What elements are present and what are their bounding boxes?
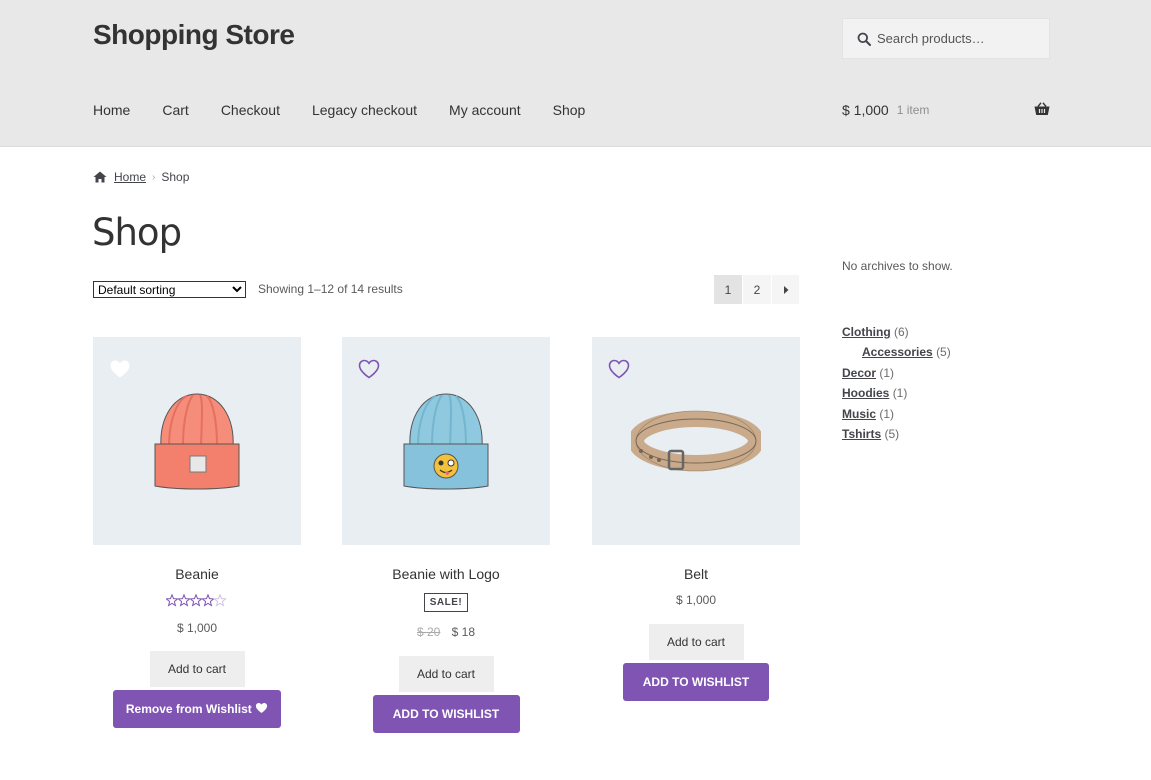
pagination: 1 2 bbox=[714, 275, 800, 304]
nav-legacy-checkout[interactable]: Legacy checkout bbox=[312, 102, 417, 118]
cart-amount: $ 1,000 bbox=[842, 102, 889, 118]
belt-illustration bbox=[631, 410, 761, 472]
product-title[interactable]: Beanie with Logo bbox=[342, 566, 550, 582]
category-link-accessories[interactable]: Accessories bbox=[862, 345, 933, 359]
category-link-clothing[interactable]: Clothing bbox=[842, 325, 891, 339]
add-to-cart-button[interactable]: Add to cart bbox=[149, 651, 245, 687]
nav-shop[interactable]: Shop bbox=[553, 102, 586, 118]
product-card-beanie: Beanie $ 1,000 Add to cart Remove from W… bbox=[93, 337, 301, 728]
caret-right-icon bbox=[783, 285, 788, 294]
category-item: Music (1) bbox=[842, 407, 951, 427]
category-item: Hoodies (1) bbox=[842, 386, 951, 406]
result-count: Showing 1–12 of 14 results bbox=[258, 282, 403, 296]
product-card-belt: Belt $ 1,000 Add to cart ADD TO WISHLIST bbox=[592, 337, 800, 701]
beanie-illustration bbox=[154, 393, 240, 490]
star-icon bbox=[166, 594, 227, 606]
product-title[interactable]: Belt bbox=[592, 566, 800, 582]
add-to-wishlist-button[interactable]: ADD TO WISHLIST bbox=[623, 663, 769, 701]
category-count: (5) bbox=[884, 426, 900, 441]
product-price: $ 1,000 bbox=[176, 621, 218, 635]
breadcrumb: Home › Shop bbox=[93, 170, 189, 184]
category-count: (6) bbox=[894, 325, 909, 339]
site-title[interactable]: Shopping Store bbox=[93, 19, 295, 51]
no-archives-text: No archives to show. bbox=[842, 259, 953, 273]
nav-home[interactable]: Home bbox=[93, 102, 130, 118]
heart-icon[interactable] bbox=[358, 359, 380, 379]
product-image-beanie-with-logo[interactable] bbox=[342, 337, 550, 545]
star-rating bbox=[166, 594, 228, 608]
product-price: $ 20 $ 18 bbox=[342, 625, 550, 639]
search-box bbox=[842, 18, 1050, 59]
category-item: Clothing (6) bbox=[842, 325, 951, 345]
home-icon bbox=[93, 171, 107, 184]
add-to-cart-button[interactable]: Add to cart bbox=[648, 624, 744, 660]
sorting-select[interactable]: Default sorting bbox=[93, 281, 246, 298]
add-to-cart-button[interactable]: Add to cart bbox=[398, 656, 494, 692]
sale-badge: SALE! bbox=[423, 593, 469, 612]
category-count: (1) bbox=[892, 386, 908, 401]
category-count: (1) bbox=[879, 406, 895, 421]
old-price: $ 20 bbox=[416, 625, 441, 639]
page-1[interactable]: 1 bbox=[714, 275, 742, 304]
product-image-belt[interactable] bbox=[592, 337, 800, 545]
search-input[interactable] bbox=[877, 31, 1037, 46]
product-image-beanie[interactable] bbox=[93, 337, 301, 545]
chevron-right-icon: › bbox=[152, 171, 156, 183]
site-header: Shopping Store Home Cart Checkout Legacy… bbox=[0, 0, 1151, 147]
page-2[interactable]: 2 bbox=[743, 275, 771, 304]
wishlist-button-label: Remove from Wishlist bbox=[125, 702, 252, 716]
breadcrumb-home[interactable]: Home bbox=[114, 170, 146, 184]
add-to-wishlist-button[interactable]: ADD TO WISHLIST bbox=[372, 695, 520, 733]
category-link-tshirts[interactable]: Tshirts bbox=[842, 427, 881, 441]
basket-icon[interactable] bbox=[1034, 102, 1050, 118]
product-title[interactable]: Beanie bbox=[93, 566, 301, 582]
nav-my-account[interactable]: My account bbox=[449, 102, 521, 118]
cart-count: 1 item bbox=[896, 103, 930, 117]
category-link-hoodies[interactable]: Hoodies bbox=[842, 386, 889, 400]
category-item: Tshirts (5) bbox=[842, 427, 951, 447]
next-page-button[interactable] bbox=[772, 275, 799, 304]
nav-checkout[interactable]: Checkout bbox=[221, 102, 280, 118]
main-nav: Home Cart Checkout Legacy checkout My ac… bbox=[93, 102, 617, 118]
product-card-beanie-with-logo: Beanie with Logo SALE! $ 20 $ 18 Add to … bbox=[342, 337, 550, 733]
header-cart[interactable]: $ 1,000 1 item bbox=[842, 102, 1050, 118]
search-icon bbox=[857, 32, 871, 46]
remove-from-wishlist-button[interactable]: Remove from Wishlist bbox=[113, 690, 281, 728]
category-count: (1) bbox=[879, 365, 895, 380]
breadcrumb-current: Shop bbox=[161, 170, 190, 184]
heart-icon[interactable] bbox=[109, 359, 131, 379]
category-count: (5) bbox=[936, 345, 951, 360]
category-item: Decor (1) bbox=[842, 366, 951, 386]
heart-icon bbox=[256, 702, 268, 714]
category-link-decor[interactable]: Decor bbox=[842, 366, 876, 380]
page-title: Shop bbox=[92, 211, 182, 254]
category-link-music[interactable]: Music bbox=[842, 407, 876, 421]
heart-icon[interactable] bbox=[608, 359, 630, 379]
category-list: Clothing (6) Accessories (5) Decor (1) H… bbox=[842, 325, 951, 447]
category-item: Accessories (5) bbox=[842, 345, 951, 365]
sale-price: $ 18 bbox=[451, 625, 476, 639]
product-price: $ 1,000 bbox=[675, 593, 717, 607]
nav-cart[interactable]: Cart bbox=[162, 102, 188, 118]
beanie-with-logo-illustration bbox=[403, 393, 489, 490]
